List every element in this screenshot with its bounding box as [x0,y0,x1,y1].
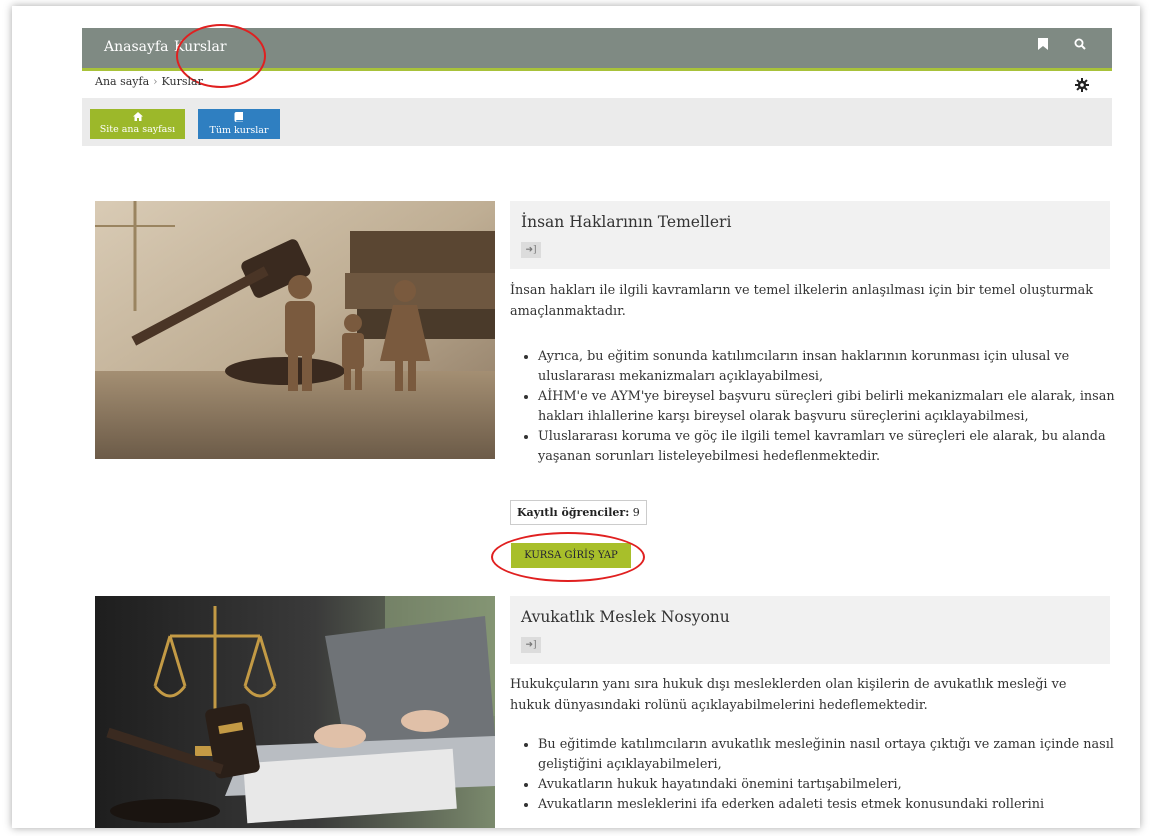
course-title[interactable]: İnsan Haklarının Temelleri [521,213,731,231]
sign-in-icon[interactable]: ➜] [521,242,541,258]
navigation-button-bar: Site ana sayfası Tüm kurslar [82,98,1112,146]
bookmark-icon[interactable] [1038,38,1048,54]
page-frame: Anasayfa Kurslar Ana sayfa › Kurslar Sit… [12,6,1140,828]
breadcrumb: Ana sayfa › Kurslar [95,75,203,88]
course-header-human-rights: İnsan Haklarının Temelleri ➜] [510,201,1110,269]
nav-home-link[interactable]: Anasayfa [104,39,168,55]
all-courses-label: Tüm kurslar [209,125,269,136]
list-item: Avukatların hukuk hayatındaki önemini ta… [538,775,1138,795]
all-courses-button[interactable]: Tüm kurslar [198,109,280,139]
course-summary: Hukukçuların yanı sıra hukuk dışı meslek… [510,677,1067,713]
course-goals-list: Ayrıca, bu eğitim sonunda katılımcıların… [510,347,1138,467]
course-image-law-profession[interactable] [95,596,495,828]
list-item: Ayrıca, bu eğitim sonunda katılımcıların… [538,347,1138,387]
site-home-button[interactable]: Site ana sayfası [90,109,185,139]
book-icon [198,112,280,125]
breadcrumb-current[interactable]: Kurslar [162,75,203,88]
home-icon [90,112,185,124]
list-item: AİHM'e ve AYM'ye bireysel başvuru süreçl… [538,387,1138,427]
course-title[interactable]: Avukatlık Meslek Nosyonu [521,608,730,626]
breadcrumb-home[interactable]: Ana sayfa [95,75,149,88]
students-count: 9 [632,506,640,519]
gear-icon[interactable] [1075,77,1089,96]
list-item: Avukatların mesleklerini ifa ederken ada… [538,795,1138,815]
list-item: Uluslararası koruma ve göç ile ilgili te… [538,427,1138,467]
course-goals-list: Bu eğitimde katılımcıların avukatlık mes… [510,735,1138,815]
search-icon[interactable] [1074,38,1086,54]
list-item: Bu eğitimde katılımcıların avukatlık mes… [538,735,1138,775]
course-summary: İnsan hakları ile ilgili kavramların ve … [510,283,1094,319]
course-image-human-rights[interactable] [95,201,495,459]
course-header-law-profession: Avukatlık Meslek Nosyonu ➜] [510,596,1110,664]
breadcrumb-separator: › [153,75,158,88]
students-label: Kayıtlı öğrenciler: [517,506,630,519]
site-home-label: Site ana sayfası [99,124,176,135]
annotation-circle-enter [491,532,645,582]
enrolled-students-badge: Kayıtlı öğrenciler: 9 [510,500,647,525]
sign-in-icon[interactable]: ➜] [521,637,541,653]
